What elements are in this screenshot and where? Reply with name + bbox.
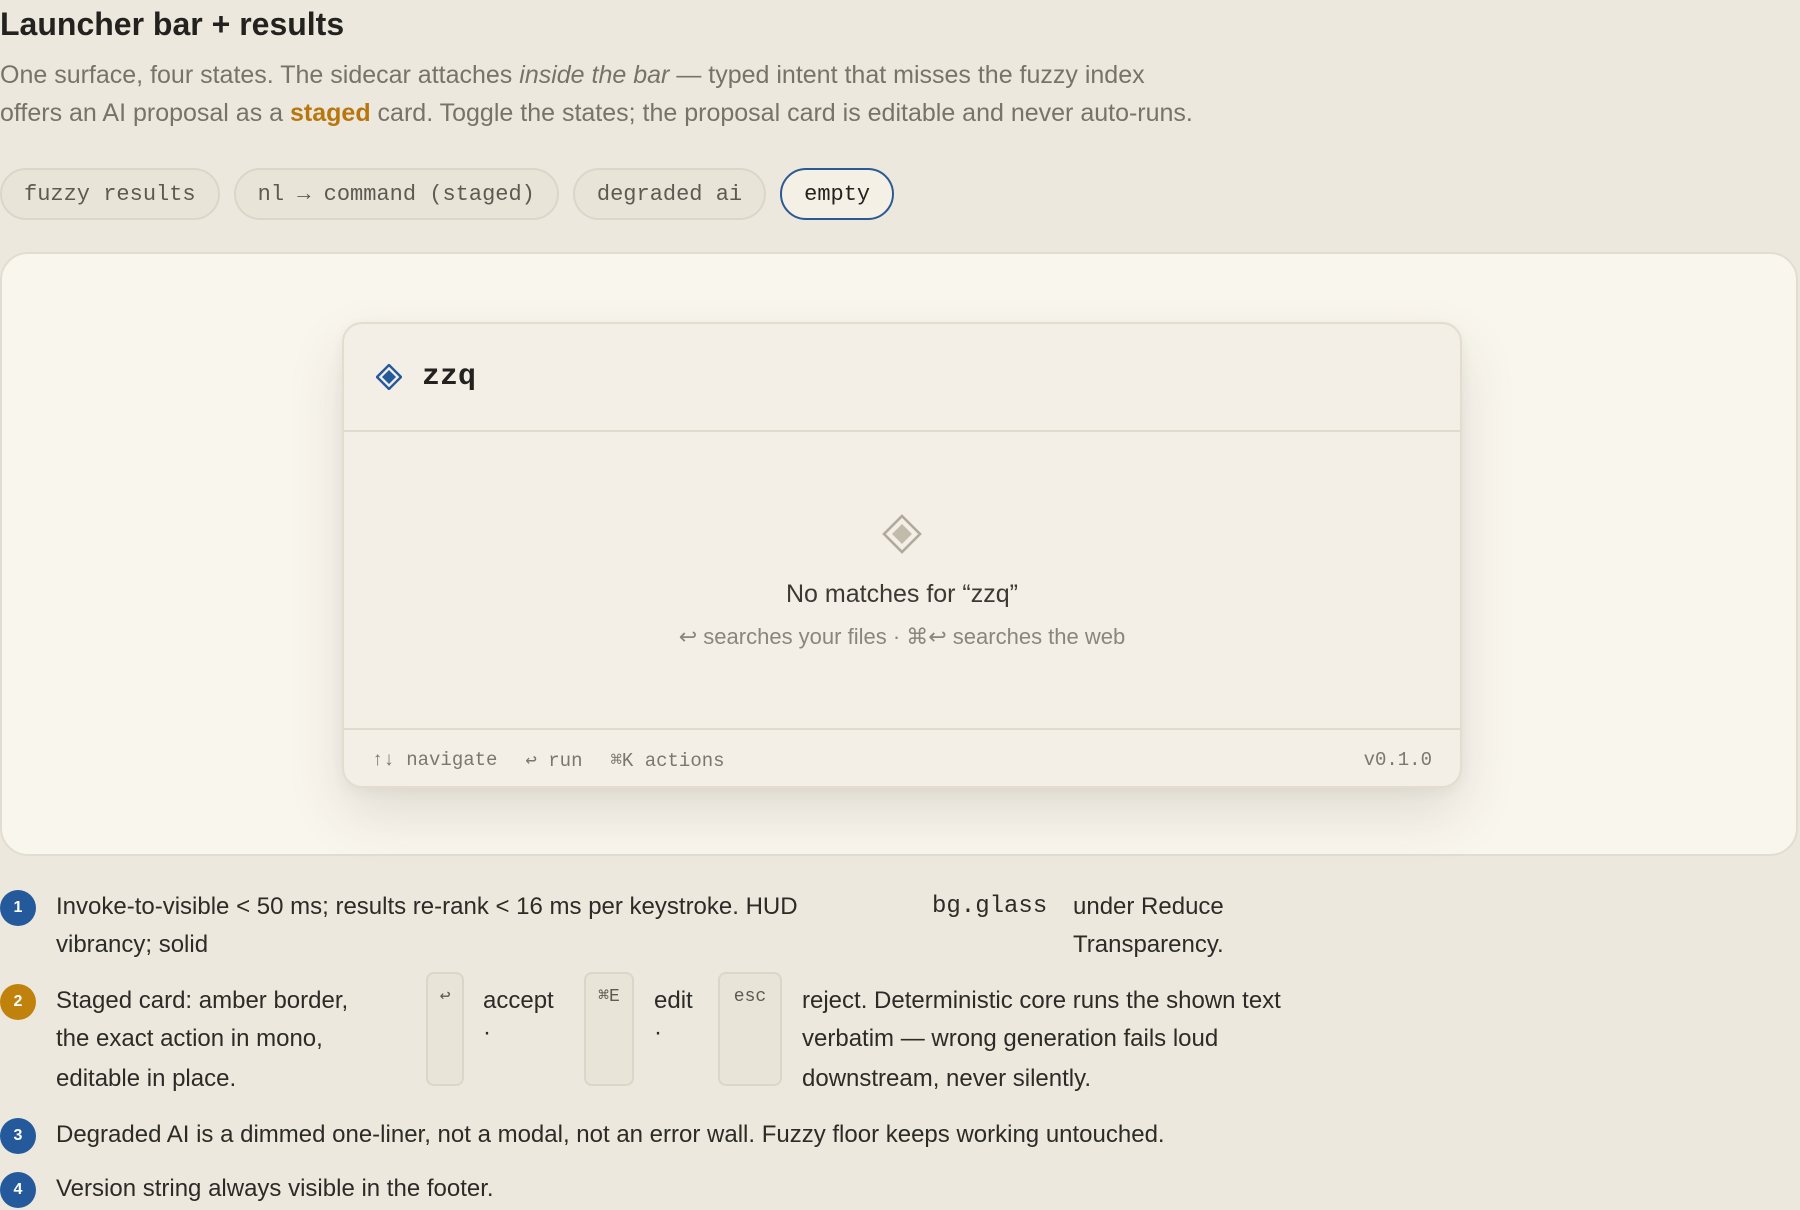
- kbd-separator: ·: [483, 1019, 491, 1046]
- intro-part: — typed intent that misses the fuzzy ind…: [669, 61, 1145, 89]
- footer-hint-run: ↩ run: [525, 749, 583, 772]
- intro-staged-word: staged: [290, 99, 371, 127]
- empty-title: No matches for “zzq”: [785, 580, 1018, 608]
- code-token: bg.glass: [932, 893, 1048, 920]
- note-text: Degraded AI is a dimmed one-liner, not a…: [56, 1121, 1165, 1148]
- page-title: Launcher bar + results: [0, 6, 345, 42]
- query-row: [344, 324, 1460, 432]
- kbd-edit-key: ⌘E: [584, 972, 634, 1086]
- note-text: Staged card: amber border,: [56, 987, 349, 1014]
- note-text: Transparency.: [1073, 931, 1224, 958]
- search-input[interactable]: [422, 360, 1322, 394]
- footer-hint-navigate: ↑↓ navigate: [372, 749, 498, 771]
- empty-state: No matches for “zzq” ↩ searches your fil…: [344, 432, 1460, 728]
- intro-part: offers an AI proposal as a: [0, 99, 291, 127]
- kbd-separator: ·: [654, 1019, 662, 1046]
- intro-emphasis: inside the bar: [519, 61, 670, 89]
- diamond-outline-icon: [344, 514, 1460, 554]
- note-text: Version string always visible in the foo…: [56, 1175, 494, 1202]
- intro-part: One surface, four states. The sidecar at…: [0, 61, 520, 89]
- kbd-enter-key: ↩: [426, 972, 464, 1086]
- page: Launcher bar + results One surface, four…: [0, 0, 1800, 1210]
- note-number-badge: 1: [0, 890, 36, 926]
- tab-nl-command-staged[interactable]: nl → command (staged): [233, 168, 559, 220]
- state-tabs: fuzzy results nl → command (staged) degr…: [0, 168, 895, 220]
- note-number-badge: 4: [0, 1172, 36, 1208]
- note-text: verbatim — wrong generation fails loud: [802, 1025, 1219, 1052]
- note-number-badge: 2: [0, 984, 36, 1020]
- note-text: the exact action in mono,: [56, 1025, 323, 1052]
- kbd-label-accept: accept: [483, 987, 554, 1014]
- note-text: under Reduce: [1073, 893, 1224, 920]
- preview-stage: No matches for “zzq” ↩ searches your fil…: [0, 252, 1798, 856]
- tab-degraded-ai[interactable]: degraded ai: [572, 168, 767, 220]
- intro-text: One surface, four states. The sidecar at…: [0, 56, 1300, 132]
- note-text: reject. Deterministic core runs the show…: [802, 987, 1281, 1014]
- footer-hint-actions: ⌘K actions: [610, 749, 725, 772]
- kbd-esc-key: esc: [718, 972, 782, 1086]
- diamond-icon: [375, 363, 403, 391]
- intro-part: card. Toggle the states; the proposal ca…: [370, 99, 1193, 127]
- version-string: v0.1.0: [1363, 749, 1432, 771]
- tab-empty[interactable]: empty: [780, 168, 895, 220]
- note-text: downstream, never silently.: [802, 1065, 1092, 1092]
- tab-fuzzy-results[interactable]: fuzzy results: [0, 168, 220, 220]
- note-text: vibrancy; solid: [56, 931, 209, 958]
- launcher-panel: No matches for “zzq” ↩ searches your fil…: [342, 322, 1462, 788]
- launcher-footer: ↑↓ navigate ↩ run ⌘K actions v0.1.0: [344, 728, 1460, 786]
- note-number-badge: 3: [0, 1118, 36, 1154]
- empty-hint: ↩ searches your files · ⌘↩ searches the …: [678, 624, 1126, 649]
- note-text: Invoke-to-visible < 50 ms; results re-ra…: [56, 893, 798, 920]
- note-text: editable in place.: [56, 1065, 237, 1092]
